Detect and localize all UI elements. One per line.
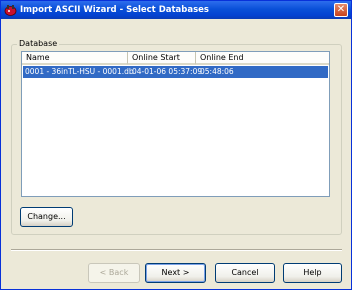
cancel-button[interactable]: Cancel xyxy=(215,263,275,283)
separator xyxy=(11,249,342,251)
next-button-label: Next > xyxy=(161,268,190,277)
help-button[interactable]: Help xyxy=(283,263,342,283)
help-button-label: Help xyxy=(303,268,322,277)
cancel-button-label: Cancel xyxy=(231,268,259,277)
row-name: 0001 - 36inTL-HSU - 0001.db xyxy=(25,67,134,76)
list-header: Name Online Start Online End xyxy=(22,52,329,65)
close-icon: ✕ xyxy=(336,4,346,15)
next-button[interactable]: Next > xyxy=(145,263,206,283)
back-button-label: < Back xyxy=(99,268,129,277)
back-button[interactable]: < Back xyxy=(88,263,140,283)
close-button[interactable]: ✕ xyxy=(334,3,348,17)
window-title: Import ASCII Wizard - Select Databases xyxy=(20,5,209,15)
database-group-label: Database xyxy=(17,38,60,49)
column-header-online-end[interactable]: Online End xyxy=(196,52,329,65)
change-button-label: Change... xyxy=(27,212,66,221)
row-online-end: 05:48:06 xyxy=(200,67,234,76)
column-header-name[interactable]: Name xyxy=(22,52,128,65)
change-button[interactable]: Change... xyxy=(20,207,73,227)
row-online-start: 04-01-06 05:37:09 xyxy=(132,67,203,76)
list-item[interactable]: 0001 - 36inTL-HSU - 0001.db 04-01-06 05:… xyxy=(23,66,328,78)
title-bar[interactable]: Import ASCII Wizard - Select Databases ✕ xyxy=(1,1,351,19)
column-header-online-start[interactable]: Online Start xyxy=(128,52,196,65)
wizard-window: Import ASCII Wizard - Select Databases ✕… xyxy=(0,0,352,290)
database-list[interactable]: Name Online Start Online End 0001 - 36in… xyxy=(21,51,330,197)
app-icon xyxy=(4,5,17,16)
